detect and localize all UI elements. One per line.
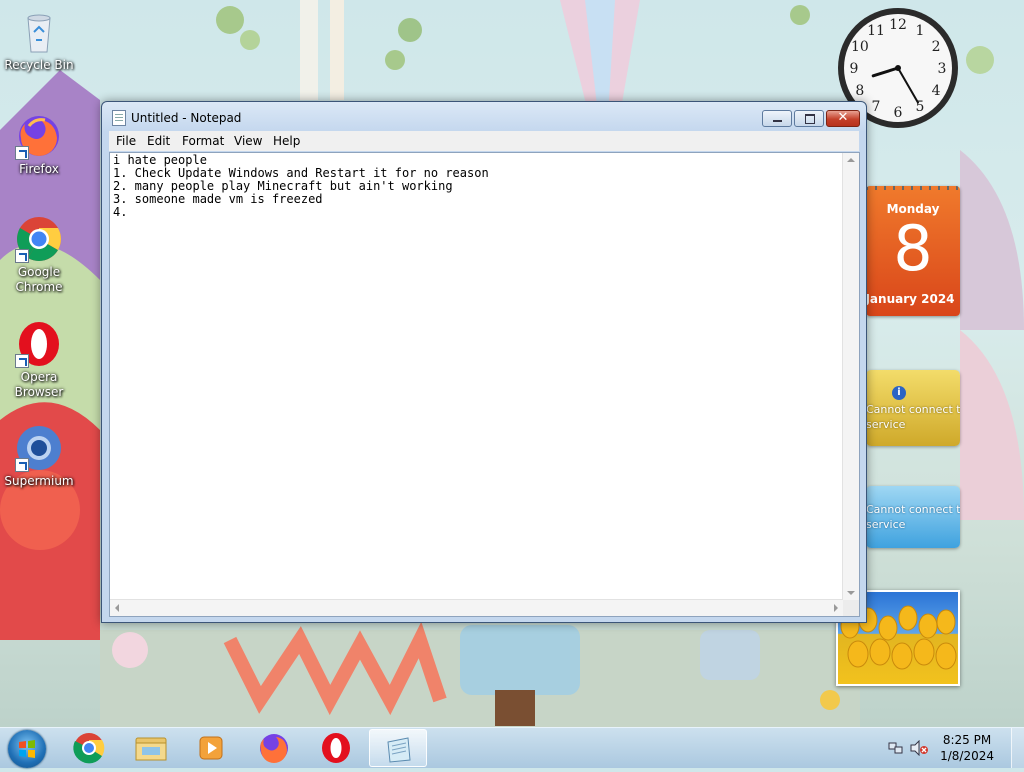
title-bar[interactable]: Untitled - Notepad ✕ <box>102 102 866 132</box>
desktop-icon-recycle-bin[interactable]: Recycle Bin <box>0 8 78 73</box>
scroll-up-icon[interactable] <box>847 158 855 162</box>
desktop-icon-firefox[interactable]: Firefox <box>0 112 78 177</box>
clock-numeral: 4 <box>932 83 941 99</box>
size-grip[interactable] <box>843 600 859 616</box>
desktop-icon-google-chrome[interactable]: Google Chrome <box>0 215 78 295</box>
desktop-icon-label: Recycle Bin <box>4 58 74 72</box>
chrome-icon <box>73 733 105 764</box>
document-text[interactable]: i hate people 1. Check Update Windows an… <box>113 154 489 219</box>
menu-format[interactable]: Format <box>182 134 224 148</box>
minimize-button[interactable] <box>762 110 792 127</box>
desktop-icon-label: Google Chrome <box>15 265 63 294</box>
recycle-bin-icon <box>15 8 63 56</box>
desktop-icon-opera-browser[interactable]: Opera Browser <box>0 320 78 400</box>
menu-help[interactable]: Help <box>273 134 300 148</box>
taskbar-time: 8:25 PM <box>942 733 992 747</box>
taskbar: 8:25 PM 1/8/2024 <box>0 727 1024 768</box>
chrome-icon <box>15 215 63 263</box>
system-tray: 8:25 PM 1/8/2024 <box>874 728 1024 768</box>
taskbar-opera[interactable] <box>307 729 365 767</box>
scroll-right-icon[interactable] <box>834 604 838 612</box>
text-editor-area[interactable]: i hate people 1. Check Update Windows an… <box>109 152 860 617</box>
calendar-month-year: January 2024 <box>866 292 955 306</box>
taskbar-date: 1/8/2024 <box>940 749 994 763</box>
clock-numeral: 1 <box>916 23 925 39</box>
window-title: Untitled - Notepad <box>131 111 242 125</box>
firefox-icon <box>15 112 63 160</box>
menu-edit[interactable]: Edit <box>147 134 170 148</box>
shortcut-arrow-icon <box>15 249 29 263</box>
weather-gadget[interactable]: i Cannot connect to service <box>866 370 960 446</box>
opera-icon <box>15 320 63 368</box>
supermium-icon <box>15 424 63 472</box>
shortcut-arrow-icon <box>15 354 29 368</box>
menu-bar: File Edit Format View Help <box>109 131 859 151</box>
taskbar-notepad[interactable] <box>369 729 427 767</box>
taskbar-media-player[interactable] <box>183 729 241 767</box>
close-icon: ✕ <box>837 110 849 125</box>
info-icon: i <box>892 386 906 400</box>
taskbar-chrome[interactable] <box>60 729 118 767</box>
currency-error-message: Cannot connect to service <box>866 503 960 531</box>
media-player-icon <box>199 736 223 760</box>
shortcut-arrow-icon <box>15 458 29 472</box>
desktop-icon-label: Supermium <box>4 474 74 488</box>
firefox-icon <box>260 734 288 763</box>
clock-numeral: 8 <box>855 83 864 99</box>
calendar-date: 8 <box>893 212 933 285</box>
volume-muted-icon[interactable] <box>910 740 928 756</box>
clock-numeral: 9 <box>850 61 859 77</box>
currency-gadget[interactable]: Cannot connect to service <box>866 486 960 548</box>
taskbar-firefox[interactable] <box>245 729 303 767</box>
clock-numeral: 2 <box>932 39 941 55</box>
scroll-left-icon[interactable] <box>115 604 119 612</box>
notepad-icon <box>387 737 411 763</box>
vertical-scrollbar[interactable] <box>842 153 859 600</box>
file-explorer-icon <box>135 737 167 761</box>
desktop-icon-label: Opera Browser <box>14 370 64 399</box>
maximize-button[interactable] <box>794 110 824 127</box>
desktop-icon-label: Firefox <box>19 162 59 176</box>
clock-numeral: 7 <box>872 99 881 115</box>
taskbar-file-explorer[interactable] <box>122 729 180 767</box>
clock-numeral: 12 <box>889 17 907 33</box>
close-button[interactable]: ✕ <box>826 110 860 127</box>
menu-file[interactable]: File <box>116 134 136 148</box>
shortcut-arrow-icon <box>15 146 29 160</box>
notepad-window[interactable]: Untitled - Notepad ✕ File Edit Format Vi… <box>101 101 867 623</box>
calendar-rings <box>866 186 960 190</box>
windows-start-icon <box>19 740 35 758</box>
taskbar-clock[interactable]: 8:25 PM 1/8/2024 <box>940 732 994 764</box>
clock-numeral: 10 <box>851 39 869 55</box>
horizontal-scrollbar[interactable] <box>110 599 843 616</box>
calendar-gadget[interactable]: Monday 8 January 2024 <box>866 186 960 316</box>
weather-error-message: Cannot connect to service <box>866 403 960 431</box>
desktop-icon-supermium[interactable]: Supermium <box>0 424 78 489</box>
scroll-down-icon[interactable] <box>847 591 855 595</box>
clock-numeral: 3 <box>938 61 947 77</box>
start-button[interactable] <box>8 730 46 768</box>
menu-view[interactable]: View <box>234 134 262 148</box>
opera-icon <box>322 733 350 763</box>
network-icon[interactable] <box>888 740 904 756</box>
notepad-icon <box>112 110 126 126</box>
clock-numeral: 11 <box>867 23 885 39</box>
clock-numeral: 6 <box>894 105 903 121</box>
show-desktop-button[interactable] <box>1011 728 1024 768</box>
